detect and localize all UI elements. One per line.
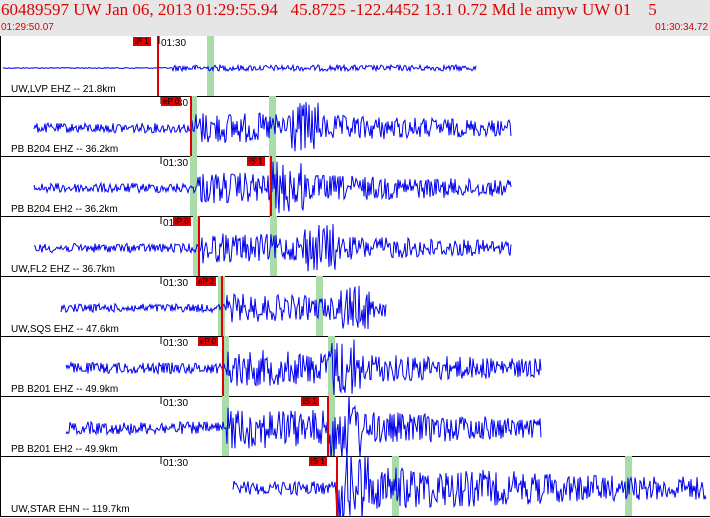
station-label: UW,SQS EHZ -- 47.6km: [11, 324, 119, 335]
trace-panel[interactable]: 01:30 iS 1 UW,STAR EHN -- 119.7km: [0, 456, 710, 517]
phase-pick-label[interactable]: eP 2: [196, 277, 217, 286]
waveform-trace: [2, 63, 477, 73]
end-time: 01:30:34.72: [655, 22, 708, 33]
station-label: PB B204 EHZ -- 36.2km: [11, 144, 119, 155]
tick-label: 01:30: [163, 458, 189, 469]
station-label: UW,LVP EHZ -- 21.8km: [11, 84, 116, 95]
waveform-trace: [232, 456, 707, 516]
trace-panel[interactable]: 01:30 iS 1 PB B204 EH2 -- 36.2km: [0, 156, 710, 217]
event-title: 60489597 UW Jan 06, 2013 01:29:55.94 45.…: [1, 0, 657, 19]
station-label: PB B201 EHZ -- 49.9km: [11, 384, 119, 395]
start-time: 01:29:50.07: [1, 22, 54, 33]
tick-label: 01:30: [163, 398, 189, 409]
phase-pick-label[interactable]: iP 0: [173, 217, 191, 226]
trace-panel[interactable]: 01:30iP 0UW,FL2 EHZ -- 36.7km: [0, 216, 710, 277]
station-label: PB B201 EH2 -- 49.9km: [11, 444, 118, 455]
phase-pick-label[interactable]: iS 1: [301, 397, 319, 406]
tick-label: 01:30: [163, 338, 189, 349]
trace-panel[interactable]: 01:30 iP 1 UW,LVP EHZ -- 21.8km: [0, 36, 710, 97]
tick-label: 01:30: [161, 38, 187, 49]
station-label: PB B204 EH2 -- 36.2km: [11, 204, 118, 215]
phase-pick-label[interactable]: iS 1: [247, 157, 265, 166]
trace-panel[interactable]: 01:30 eP 0 PB B201 EHZ -- 49.9km: [0, 336, 710, 397]
time-window-marker: [316, 276, 323, 336]
trace-panel[interactable]: 01:30 iS 1 PB B201 EH2 -- 49.9km: [0, 396, 710, 457]
phase-pick-label[interactable]: iP 1: [133, 37, 151, 46]
station-label: UW,STAR EHN -- 119.7km: [11, 504, 130, 515]
header-bar: 60489597 UW Jan 06, 2013 01:29:55.94 45.…: [0, 0, 710, 36]
phase-pick-label[interactable]: iS 1: [309, 457, 327, 466]
phase-pick-label[interactable]: eP 0: [198, 337, 219, 346]
waveform-trace: [65, 339, 542, 395]
station-label: UW,FL2 EHZ -- 36.7km: [11, 264, 115, 275]
tick-label: 01:30: [163, 278, 189, 289]
seismogram-panels: 01:30 iP 1 UW,LVP EHZ -- 21.8km 01:30 eP 0 PB…: [0, 36, 710, 518]
phase-pick-label[interactable]: eP 0: [161, 97, 182, 106]
trace-panel[interactable]: 01:30eP 0PB B204 EHZ -- 36.2km: [0, 96, 710, 157]
trace-panel[interactable]: 01:30 eP 2 UW,SQS EHZ -- 47.6km: [0, 276, 710, 337]
tick-label: 01:30: [163, 158, 189, 169]
